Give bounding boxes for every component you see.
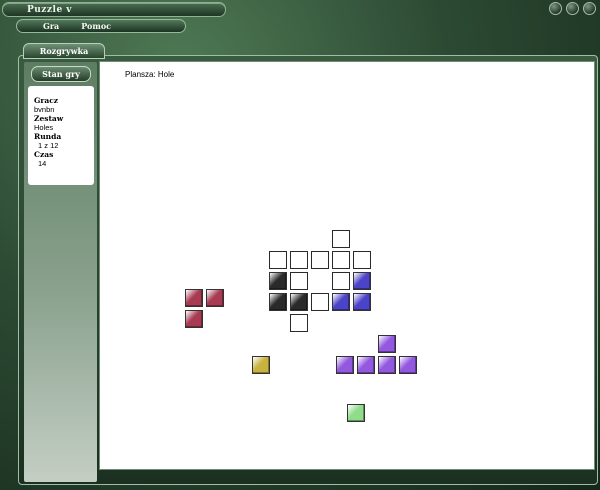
puzzle-piece-block-green[interactable] <box>346 404 365 423</box>
board-empty-cell[interactable] <box>311 293 329 311</box>
round-value: 1 z 12 <box>38 141 59 150</box>
time-label: Czas <box>34 150 54 159</box>
round-label: Runda <box>34 132 62 141</box>
board-empty-cell[interactable] <box>269 251 287 269</box>
puzzle-piece-block-yellow[interactable] <box>252 356 271 374</box>
puzzle-piece-block-black[interactable] <box>290 293 308 311</box>
puzzle-piece-block-purple[interactable] <box>336 356 355 374</box>
menu-game[interactable]: Gra <box>43 21 59 31</box>
player-value: bvnbn <box>34 105 55 114</box>
puzzle-piece-block-purple[interactable] <box>378 335 397 353</box>
puzzle-piece-block-red[interactable] <box>206 288 224 307</box>
board-empty-cell[interactable] <box>353 251 371 269</box>
board-empty-cell[interactable] <box>290 314 308 332</box>
player-label: Gracz <box>34 96 59 105</box>
close-button[interactable] <box>583 2 596 15</box>
puzzle-piece-block-red[interactable] <box>185 288 203 307</box>
menu-bar: Gra Pomoc <box>16 19 186 33</box>
puzzle-piece-block-blue[interactable] <box>353 293 371 311</box>
puzzle-piece-block-purple[interactable] <box>399 356 418 374</box>
puzzle-piece-block-black[interactable] <box>269 272 287 290</box>
board-empty-cell[interactable] <box>332 272 350 290</box>
puzzle-piece-block-red[interactable] <box>185 309 203 328</box>
time-value: 14 <box>38 159 47 168</box>
puzzle-piece-block-blue[interactable] <box>353 272 371 290</box>
puzzle-piece-block-blue[interactable] <box>332 293 350 311</box>
window-controls <box>549 2 596 15</box>
maximize-button[interactable] <box>566 2 579 15</box>
set-label: Zestaw <box>34 114 64 123</box>
board-empty-cell[interactable] <box>290 251 308 269</box>
board-empty-cell[interactable] <box>290 272 308 290</box>
menu-help[interactable]: Pomoc <box>81 21 111 31</box>
puzzle-piece-block-black[interactable] <box>269 293 287 311</box>
title-bar[interactable]: Puzzle v <box>2 2 226 17</box>
tab-gameplay[interactable]: Rozgrywka <box>23 43 105 59</box>
board-empty-cell[interactable] <box>332 251 350 269</box>
game-state-button[interactable]: Stan gry <box>31 66 91 82</box>
board-empty-cell[interactable] <box>311 251 329 269</box>
window-title: Puzzle v <box>27 5 73 15</box>
minimize-button[interactable] <box>549 2 562 15</box>
board-empty-cell[interactable] <box>332 230 350 248</box>
puzzle-piece-block-purple[interactable] <box>378 356 397 374</box>
puzzle-piece-block-purple[interactable] <box>357 356 376 374</box>
puzzle-app-window: Puzzle v Gra Pomoc Rozgrywka Stan gry Gr… <box>0 0 600 490</box>
game-info-box: Gracz bvnbn Zestaw Holes Runda 1 z 12 Cz… <box>28 86 94 185</box>
set-value: Holes <box>34 123 54 132</box>
board-label: Plansza: Hole <box>125 70 175 79</box>
game-board[interactable]: Plansza: Hole <box>99 61 595 470</box>
